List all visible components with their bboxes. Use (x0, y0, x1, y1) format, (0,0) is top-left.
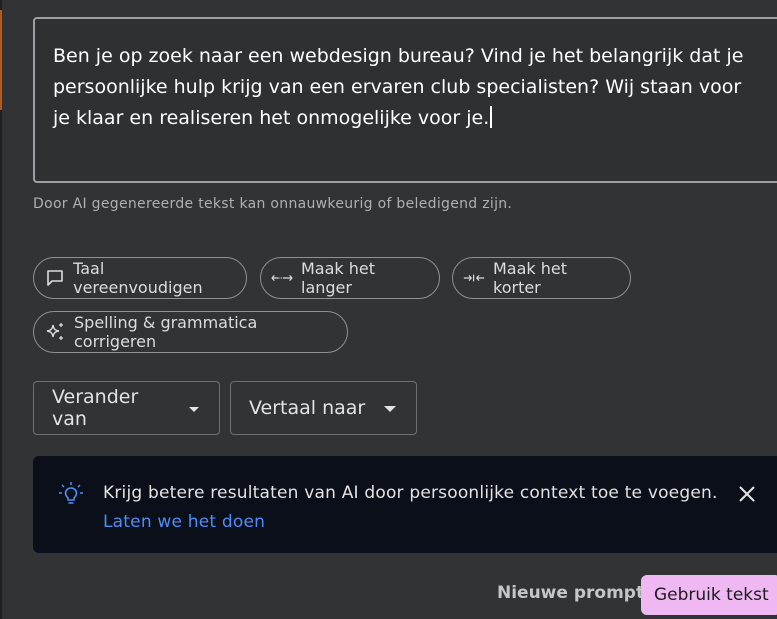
tip-message: Krijg betere resultaten van AI door pers… (103, 483, 718, 503)
collapse-arrows-icon (463, 267, 485, 289)
change-from-dropdown[interactable]: Verander van (33, 381, 220, 435)
chevron-down-icon (383, 397, 397, 419)
fix-spelling-label: Spelling & grammatica corrigeren (74, 313, 258, 351)
expand-arrows-icon (271, 267, 293, 289)
simplify-language-label: Taal vereenvoudigen (73, 259, 203, 297)
simplify-language-chip[interactable]: Taal vereenvoudigen (33, 257, 247, 299)
chevron-down-icon (187, 397, 201, 419)
make-shorter-chip[interactable]: Maak het korter (452, 257, 631, 299)
text-caret (490, 106, 493, 128)
chat-bubble-icon (44, 267, 65, 289)
translate-to-dropdown[interactable]: Vertaal naar (230, 381, 417, 435)
translate-to-label: Vertaal naar (249, 397, 366, 419)
new-prompt-button[interactable]: Nieuwe prompt (497, 583, 644, 603)
make-longer-label: Maak het langer (301, 259, 376, 297)
use-text-label: Gebruik tekst (654, 585, 769, 605)
fix-spelling-chip[interactable]: Spelling & grammatica corrigeren (33, 311, 348, 353)
change-from-label: Verander van (52, 386, 139, 430)
lightbulb-icon (57, 480, 85, 512)
context-tip-banner: Krijg betere resultaten van AI door pers… (33, 456, 777, 553)
make-shorter-label: Maak het korter (493, 259, 568, 297)
tip-action-link[interactable]: Laten we het doen (103, 512, 265, 532)
close-icon[interactable] (736, 483, 758, 505)
ai-disclaimer: Door AI gegenereerde tekst kan onnauwkeu… (33, 196, 513, 212)
left-accent-bar (0, 10, 2, 110)
sparkle-icon (44, 321, 66, 343)
make-longer-chip[interactable]: Maak het langer (260, 257, 440, 299)
generated-text: Ben je op zoek naar een webdesign bureau… (53, 45, 744, 129)
use-text-button[interactable]: Gebruik tekst (641, 575, 777, 615)
generated-text-editor[interactable]: Ben je op zoek naar een webdesign bureau… (33, 17, 777, 183)
